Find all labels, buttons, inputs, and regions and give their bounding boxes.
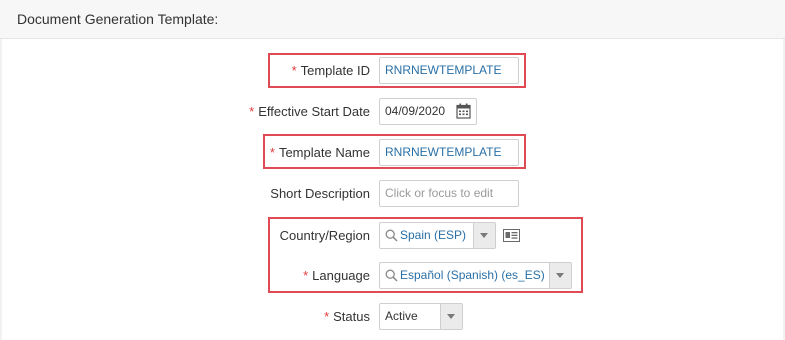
effective-start-date-input[interactable]: 04/09/2020 [379,98,477,125]
search-icon [385,229,398,242]
short-description-input[interactable]: Click or focus to edit [379,180,519,207]
required-marker: * [249,104,255,119]
search-icon [385,269,398,282]
required-marker: * [303,268,309,283]
status-label: * Status [324,309,370,324]
required-marker: * [291,63,297,78]
chevron-down-icon [556,273,564,278]
country-region-dropdown-button[interactable] [473,223,495,248]
language-dropdown-button[interactable] [549,263,571,288]
section-header: Document Generation Template: [0,0,785,39]
required-marker: * [324,309,330,324]
language-label: * Language [303,268,370,283]
status-value: Active [385,309,418,323]
chevron-down-icon [480,233,488,238]
country-region-combobox[interactable]: Spain (ESP) [379,222,496,249]
section-title: Document Generation Template: [17,11,219,27]
country-region-label: Country/Region [279,228,370,243]
status-select[interactable]: Active [379,303,463,330]
language-value: Español (Spanish) (es_ES) [400,268,545,282]
template-name-input[interactable]: RNRNEWTEMPLATE [379,139,519,166]
short-description-label: Short Description [270,186,370,201]
template-name-label: * Template Name [269,145,370,160]
template-id-label: * Template ID [291,63,370,78]
template-id-input[interactable]: RNRNEWTEMPLATE [379,57,519,84]
effective-start-date-label: * Effective Start Date [249,104,370,119]
chevron-down-icon [447,314,455,319]
status-dropdown-button[interactable] [440,304,462,329]
required-marker: * [269,145,275,160]
details-card-icon[interactable] [503,229,520,242]
calendar-icon[interactable] [456,103,471,119]
country-region-value: Spain (ESP) [400,228,467,242]
language-combobox[interactable]: Español (Spanish) (es_ES) [379,262,572,289]
